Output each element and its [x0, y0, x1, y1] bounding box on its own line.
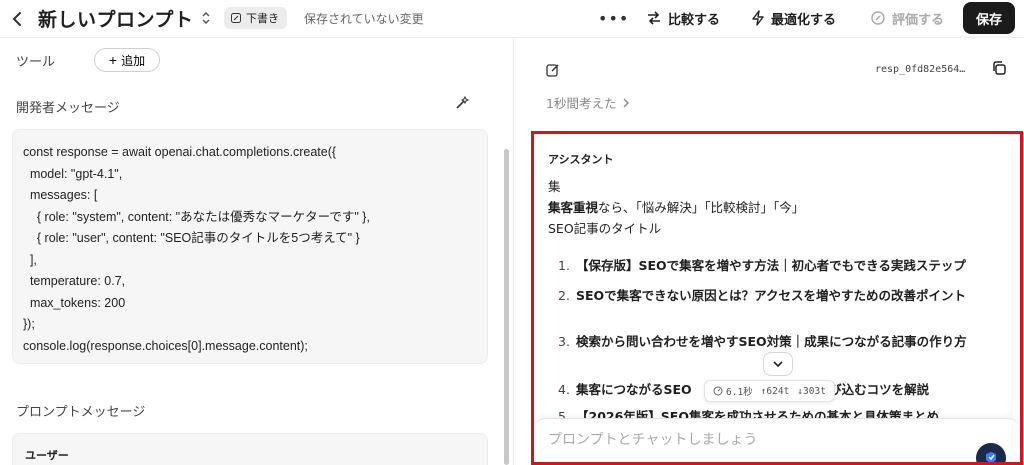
response-stats: 6.1秒 ↑624t ↓303t [704, 380, 835, 402]
response-line-3: SEO記事のタイトル [548, 221, 662, 236]
copy-icon[interactable] [991, 60, 1007, 76]
chat-input-area [534, 418, 1020, 462]
response-bold: 集客重視 [548, 200, 599, 215]
chevron-right-icon [623, 98, 630, 107]
user-message-box[interactable]: ユーザー [12, 433, 488, 465]
add-label: 追加 [121, 53, 146, 68]
input-tokens-stat: ↑624t [761, 386, 790, 397]
draft-label: 下書き [246, 12, 279, 25]
chat-input[interactable] [548, 429, 928, 451]
title-dropdown-icon[interactable] [200, 10, 212, 26]
add-tool-button[interactable]: + 追加 [94, 48, 160, 72]
list-text: 検索から問い合わせを増やすSEO対策｜成果につながる記事の作り方 [576, 334, 967, 349]
right-pane: resp_0fd82e564… 1秒間考えた アシスタント 集 集客重視なら、「… [514, 39, 1024, 465]
list-text: SEOで集客できない原因とは？アクセスを増やすための改善ポイント [576, 288, 967, 303]
time-value: 6.1秒 [726, 387, 753, 398]
list-number: 1. [558, 258, 570, 273]
response-id: resp_0fd82e564… [875, 64, 966, 75]
response-line-2: 集客重視なら、「悩み解決」「比較検討」「今」 [548, 197, 804, 216]
more-options-icon[interactable]: ••• [598, 9, 629, 28]
evaluate-label: 評価する [892, 12, 945, 28]
save-button[interactable]: 保存 [963, 2, 1015, 34]
list-number: 4. [558, 382, 570, 397]
tools-label: ツール [16, 55, 56, 70]
output-tokens-value: 303t [803, 385, 826, 397]
developer-message-editor[interactable]: const response = await openai.chat.compl… [12, 129, 488, 364]
draft-badge: 下書き [224, 7, 287, 29]
list-text: 【保存版】SEOで集客を増やす方法｜初心者でもできる実践ステップ [576, 258, 966, 273]
evaluate-button[interactable]: 評価する [870, 8, 944, 28]
time-stat: 6.1秒 [713, 384, 753, 398]
unsaved-status: 保存されていない変更 [304, 12, 424, 26]
thought-label: 1秒間考えた [546, 96, 617, 111]
response-line-1: 集 [548, 179, 561, 194]
optimize-button[interactable]: 最適化する [751, 8, 836, 28]
evaluate-icon [871, 11, 885, 25]
response-highlight-box: アシスタント 集 集客重視なら、「悩み解決」「比較検討」「今」 SEO記事のタイ… [531, 131, 1023, 465]
scroll-down-button[interactable] [763, 352, 793, 376]
input-tokens-value: 624t [766, 385, 790, 397]
timer-icon [713, 386, 723, 396]
chevron-down-icon [773, 361, 783, 368]
assistant-fab-icon[interactable] [976, 443, 1006, 462]
lightning-icon [752, 10, 764, 26]
plus-icon: + [108, 52, 118, 68]
response-line-2-rest: なら、「悩み解決」「比較検討」「今」 [598, 200, 805, 215]
page-title: 新しいプロンプト [38, 9, 194, 31]
developer-message-label: 開発者メッセージ [16, 101, 120, 116]
left-pane: ツール + 追加 開発者メッセージ const response = await… [0, 39, 513, 465]
draft-icon [231, 13, 241, 23]
compare-icon [648, 11, 660, 25]
edit-icon[interactable] [546, 62, 560, 77]
assistant-role-label: アシスタント [548, 153, 614, 166]
list-number: 2. [558, 288, 570, 303]
left-scrollbar[interactable] [504, 149, 509, 465]
list-number: 3. [558, 334, 570, 349]
top-bar: 新しいプロンプト 下書き 保存されていない変更 ••• 比較する 最適化する 評… [0, 0, 1024, 38]
back-chevron-icon[interactable] [10, 9, 24, 29]
user-role-label: ユーザー [25, 449, 69, 462]
magic-edit-icon[interactable] [454, 95, 470, 111]
output-tokens-stat: ↓303t [797, 386, 826, 397]
compare-button[interactable]: 比較する [646, 8, 720, 28]
optimize-label: 最適化する [771, 12, 837, 28]
compare-label: 比較する [668, 12, 721, 28]
thought-toggle[interactable]: 1秒間考えた [546, 93, 630, 112]
prompt-message-label: プロンプトメッセージ [16, 405, 146, 420]
